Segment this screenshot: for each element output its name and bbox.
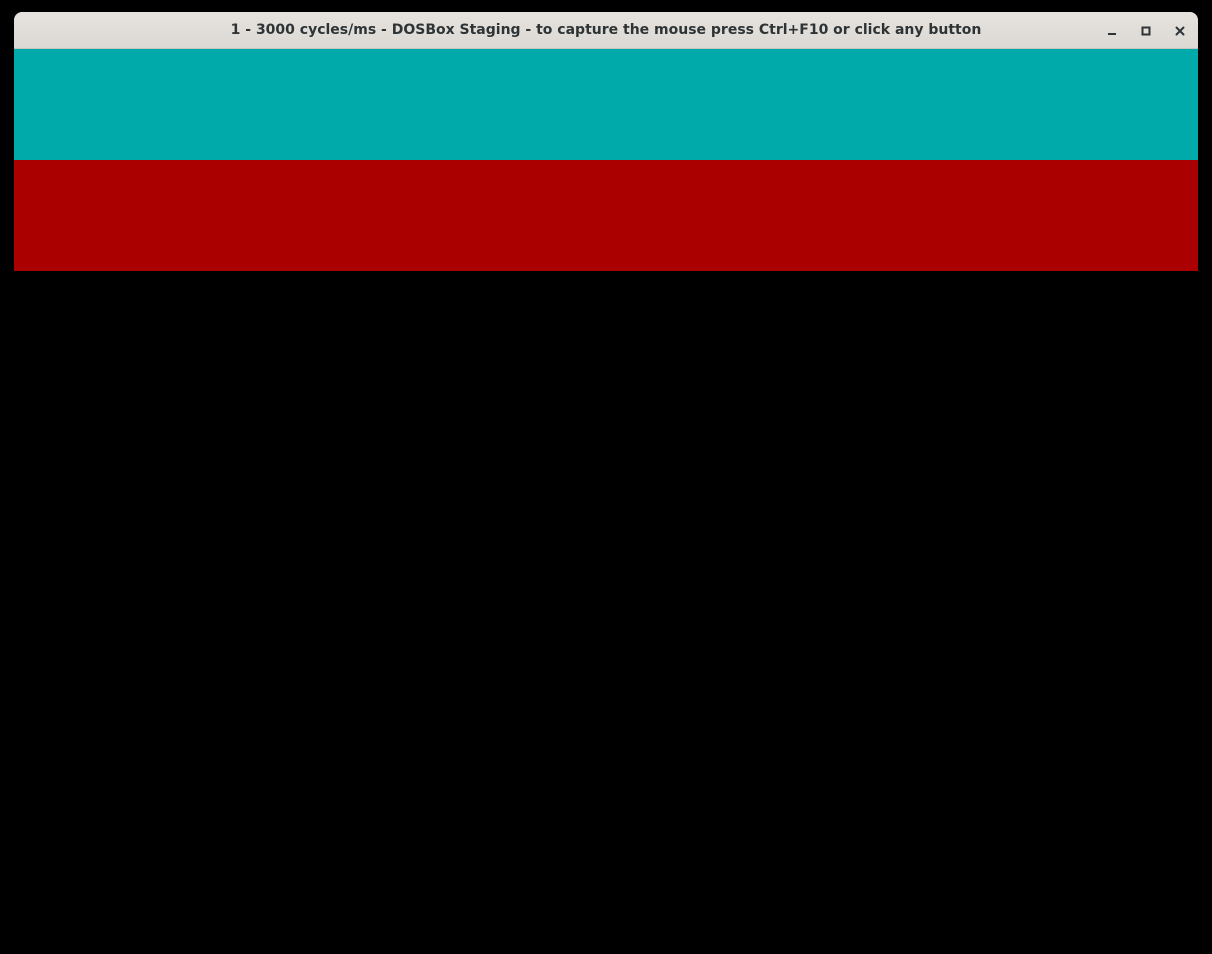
minimize-button[interactable] — [1100, 19, 1124, 43]
dos-screen[interactable] — [14, 49, 1198, 271]
window-title: 1 - 3000 cycles/ms - DOSBox Staging - to… — [230, 22, 982, 38]
maximize-icon — [1141, 26, 1151, 36]
red-band — [14, 160, 1198, 271]
dosbox-window: 1 - 3000 cycles/ms - DOSBox Staging - to… — [14, 12, 1198, 271]
close-button[interactable] — [1168, 19, 1192, 43]
maximize-button[interactable] — [1134, 19, 1158, 43]
title-bar[interactable]: 1 - 3000 cycles/ms - DOSBox Staging - to… — [14, 12, 1198, 49]
window-controls — [1100, 12, 1192, 49]
minimize-icon — [1107, 26, 1117, 36]
cyan-band — [14, 49, 1198, 160]
close-icon — [1175, 26, 1185, 36]
